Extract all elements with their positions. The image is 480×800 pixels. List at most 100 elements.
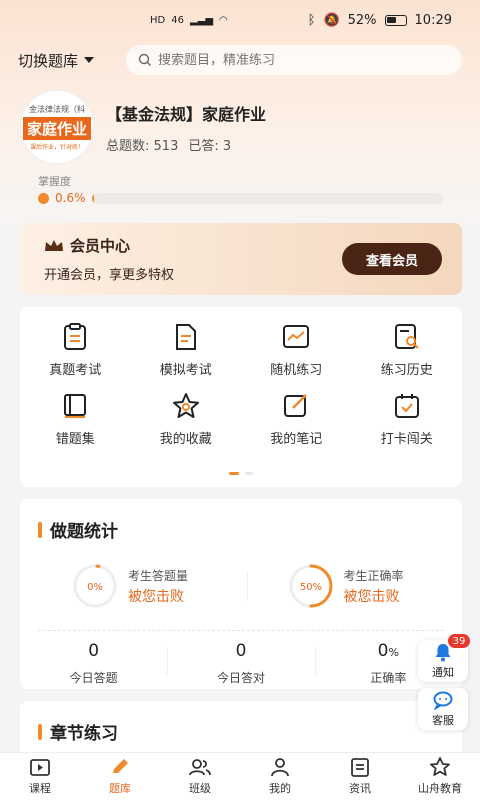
menu-label: 随机练习: [270, 363, 323, 378]
today-answered: 0 今日答题: [20, 641, 167, 686]
page-indicator: [20, 472, 462, 475]
tab-class[interactable]: 班级: [160, 753, 240, 800]
menu-label: 练习历史: [380, 363, 433, 378]
stat-caption: 正确率: [370, 671, 407, 685]
menu-label: 打卡闯关: [380, 432, 433, 447]
section-marker: [38, 723, 42, 740]
tab-label: 资讯: [349, 782, 371, 795]
star-outline-icon: [430, 757, 450, 776]
cover-top-text: 金法律法规（科: [29, 104, 85, 114]
tab-label: 山舟教育: [418, 782, 462, 795]
notification-button[interactable]: 通知 39: [418, 634, 470, 682]
page-dot: [245, 472, 253, 475]
notification-label: 通知: [432, 666, 454, 679]
status-right: ᛒ 🔕 52% 10:29: [308, 13, 452, 28]
stat-label: 考生正确率: [343, 568, 404, 583]
search-box[interactable]: [126, 45, 462, 75]
menu-item-favorites[interactable]: 我的收藏: [131, 392, 242, 447]
progress-ring: 50%: [289, 564, 332, 608]
crown-icon: [45, 239, 63, 251]
mute-icon: 🔕: [323, 12, 340, 28]
notification-badge: 39: [448, 634, 470, 648]
ring-text: 50%: [299, 582, 321, 593]
dashed-divider: [38, 630, 444, 631]
feature-menu: 真题考试 模拟考试 随机练习 练习历史 错题集 我的收藏 我的笔记 打卡闯关: [20, 307, 462, 487]
menu-item-real-exam[interactable]: 真题考试: [20, 323, 131, 378]
menu-item-history[interactable]: 练习历史: [352, 323, 463, 378]
person-icon: [271, 758, 289, 777]
exam-paper-icon: [64, 323, 87, 350]
total-count: 513: [153, 138, 179, 154]
mastery-label: 掌握度: [38, 175, 71, 188]
course-cover: 金法律法规（科 家庭作业 课后作业，针对练！: [20, 90, 94, 164]
course-info[interactable]: 金法律法规（科 家庭作业 课后作业，针对练！ 【基金法规】家庭作业 总题数: 5…: [20, 90, 266, 164]
caret-down-icon: [84, 57, 95, 63]
chapter-title: 章节练习: [50, 724, 118, 744]
tab-news[interactable]: 资讯: [320, 753, 400, 800]
switch-bank-label: 切换题库: [18, 51, 79, 70]
bottom-navigation: 课程 题库 班级 我的 资讯 山舟教育: [0, 752, 480, 800]
wifi-icon: ◠: [219, 14, 228, 26]
play-video-icon: [30, 759, 50, 776]
top-header: 切换题库: [0, 44, 480, 76]
menu-label: 我的收藏: [159, 432, 212, 447]
stat-defeat: 被您击败: [343, 588, 400, 605]
member-center-banner[interactable]: 会员中心 开通会员，享更多特权 查看会员: [20, 223, 462, 295]
stat-value: 0: [88, 641, 100, 661]
customer-service-button[interactable]: 客服: [418, 688, 468, 730]
progress-ring: 0%: [73, 564, 117, 608]
accuracy-card[interactable]: 50% 考生正确率 被您击败: [248, 563, 463, 609]
menu-label: 错题集: [55, 432, 95, 447]
battery-icon: [384, 14, 407, 26]
menu-item-wrong-questions[interactable]: 错题集: [20, 392, 131, 447]
group-icon: [189, 759, 211, 776]
menu-item-random-practice[interactable]: 随机练习: [241, 323, 352, 378]
mastery-progress: 掌握度 0.6%: [38, 173, 444, 205]
mastery-bar-fill: [91, 192, 94, 204]
section-marker: [38, 521, 42, 538]
hd-indicator: HD: [150, 14, 166, 26]
switch-bank-button[interactable]: 切换题库: [18, 50, 126, 71]
pencil-icon: [113, 759, 128, 773]
tab-question-bank[interactable]: 题库: [80, 753, 160, 800]
mastery-percent: 0.6%: [55, 191, 86, 205]
cover-bottom-text: 课后作业，针对练！: [29, 143, 84, 151]
mastery-bar: [91, 192, 444, 204]
status-bar: HD 46 ▂▃▅ ◠ ᛒ 🔕 52% 10:29: [0, 0, 480, 40]
search-input[interactable]: [158, 52, 418, 68]
member-subtitle: 开通会员，享更多特权: [44, 268, 175, 283]
answered-count: 3: [222, 138, 232, 154]
news-icon: [351, 758, 369, 777]
cover-main-text: 家庭作业: [22, 116, 91, 140]
menu-label: 我的笔记: [270, 432, 323, 447]
status-icons: HD 46 ▂▃▅ ◠: [150, 15, 228, 26]
menu-label: 真题考试: [49, 363, 102, 378]
battery-percent: 52%: [347, 12, 377, 28]
book-icon: [64, 394, 87, 418]
tab-label: 课程: [29, 782, 51, 795]
tab-shanzhou[interactable]: 山舟教育: [400, 753, 480, 800]
menu-item-check-in[interactable]: 打卡闯关: [352, 392, 463, 447]
ring-text: 0%: [87, 582, 103, 593]
trend-chart-icon: [283, 325, 310, 348]
view-member-button[interactable]: 查看会员: [342, 243, 442, 275]
menu-label: 模拟考试: [159, 363, 212, 378]
tab-label: 题库: [109, 782, 131, 795]
tab-mine[interactable]: 我的: [240, 753, 320, 800]
menu-item-mock-exam[interactable]: 模拟考试: [131, 323, 242, 378]
stat-label: 考生答题量: [128, 568, 189, 583]
tab-course[interactable]: 课程: [0, 753, 80, 800]
tab-label: 班级: [189, 782, 211, 795]
mastery-dot: [38, 192, 49, 204]
stats-title: 做题统计: [50, 522, 118, 542]
stat-value: 0: [235, 641, 247, 661]
stat-value: 0: [377, 641, 389, 661]
member-title: 会员中心: [70, 237, 131, 255]
menu-item-notes[interactable]: 我的笔记: [241, 392, 352, 447]
clock: 10:29: [414, 12, 452, 28]
answered-label: 已答:: [188, 138, 219, 154]
course-stats: 总题数: 513 已答: 3: [106, 135, 266, 154]
bluetooth-icon: ᛒ: [307, 12, 316, 28]
total-label: 总题数:: [106, 138, 150, 154]
answer-volume-card[interactable]: 0% 考生答题量 被您击败: [20, 563, 247, 609]
